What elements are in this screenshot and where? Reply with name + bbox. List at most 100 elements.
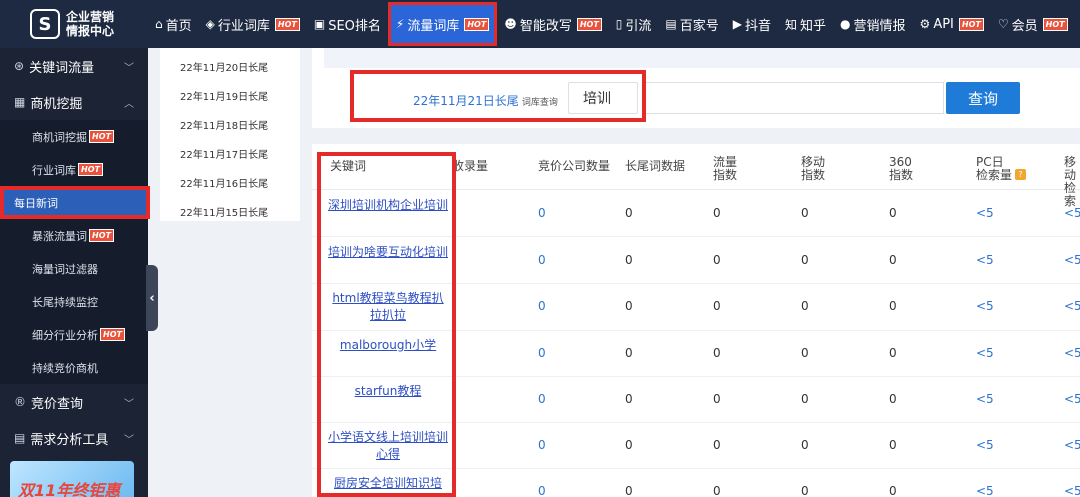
promo-banner[interactable]: 双11年终钜惠 <box>10 461 134 497</box>
demand-icon: ▤ <box>14 431 26 445</box>
sidebar-subitem-3[interactable]: 暴涨流量词 HOT <box>0 219 148 252</box>
cell-longtail: 0 <box>625 206 633 220</box>
search-button[interactable]: 查询 <box>946 82 1020 114</box>
sidebar-group-bid[interactable]: ® 竞价查询 ﹀ <box>0 384 148 420</box>
collapse-sidebar-button[interactable]: ‹ <box>146 265 158 331</box>
hot-badge: HOT <box>464 17 490 31</box>
sidebar-subitem-4[interactable]: 海量词过滤器 <box>0 252 148 285</box>
cell-i360: 0 <box>889 253 897 267</box>
logo[interactable]: S 企业营销 情报中心 <box>0 0 148 48</box>
cell-mobile: 0 <box>801 392 809 406</box>
cell-mobile: 0 <box>801 299 809 313</box>
date-list-item[interactable]: 22年11月20日长尾 <box>160 52 300 81</box>
traffic-icon: ⚡ <box>395 17 405 31</box>
sidebar-subitem-5[interactable]: 长尾持续监控 <box>0 285 148 318</box>
cell-mob[interactable]: <5 <box>1064 346 1080 360</box>
help-icon[interactable]: ? <box>1015 169 1027 180</box>
search-input-area[interactable] <box>642 82 944 114</box>
cell-mob[interactable]: <5 <box>1064 484 1080 497</box>
nav-item-0[interactable]: ⌂ 首页 <box>148 0 199 48</box>
cell-i360: 0 <box>889 346 897 360</box>
keyword-link[interactable]: malborough小学 <box>328 337 448 354</box>
keyword-link[interactable]: 厨房安全培训知识培 <box>328 475 448 492</box>
search-strip <box>324 48 1080 68</box>
keyword-link[interactable]: html教程菜鸟教程扒拉扒拉 <box>328 290 448 324</box>
cell-pc[interactable]: <5 <box>976 206 994 220</box>
sidebar-group-demand[interactable]: ▤ 需求分析工具 ﹀ <box>0 420 148 456</box>
table-row: 厨房安全培训知识培 0 0 0 0 0 <5 <5 <box>312 469 1080 497</box>
cell-traffic: 0 <box>713 299 721 313</box>
highlight-box <box>350 70 646 122</box>
th-keyword: 关键词 <box>330 159 367 173</box>
date-list-item[interactable]: 22年11月16日长尾 <box>160 168 300 197</box>
sidebar-submenu: 商机词挖掘 HOT 行业词库 HOT 每日新词暴涨流量词 HOT 海量词过滤器长尾持续监控细… <box>0 120 150 384</box>
nav-item-9[interactable]: ● 营销情报 <box>833 0 913 48</box>
sidebar-subitem-6[interactable]: 细分行业分析 HOT <box>0 318 148 351</box>
sidebar-subitem-7[interactable]: 持续竞价商机 <box>0 351 148 384</box>
table-row: starfun教程 0 0 0 0 0 <5 <5 <box>312 377 1080 423</box>
cell-mob[interactable]: <5 <box>1064 253 1080 267</box>
hot-badge: HOT <box>100 328 125 341</box>
cell-longtail: 0 <box>625 484 633 497</box>
keyword-link[interactable]: 深圳培训机构企业培训 <box>328 197 448 214</box>
sidebar-subitem-0[interactable]: 商机词挖掘 HOT <box>0 120 148 153</box>
cell-pc[interactable]: <5 <box>976 438 994 452</box>
chat-icon: ● <box>840 17 851 31</box>
nav-item-6[interactable]: ▤ 百家号 <box>658 0 725 48</box>
sidebar-subitem-1[interactable]: 行业词库 HOT <box>0 153 148 186</box>
cell-mob[interactable]: <5 <box>1064 438 1080 452</box>
date-list-item[interactable]: 22年11月17日长尾 <box>160 139 300 168</box>
nav-item-11[interactable]: ♡ 会员 HOT <box>991 0 1075 48</box>
date-list-item[interactable]: 22年11月15日长尾 <box>160 197 300 226</box>
nav-item-1[interactable]: ◈ 行业词库 HOT <box>199 0 307 48</box>
nav-item-10[interactable]: ⚙ API HOT <box>913 0 991 48</box>
cell-longtail: 0 <box>625 253 633 267</box>
cell-pc[interactable]: <5 <box>976 346 994 360</box>
sidebar-group-keyword-traffic[interactable]: ⊛ 关键词流量 ﹀ <box>0 48 148 84</box>
date-list-item[interactable]: 22年11月18日长尾 <box>160 110 300 139</box>
cell-mob[interactable]: <5 <box>1064 206 1080 220</box>
cell-i360: 0 <box>889 206 897 220</box>
hot-badge: HOT <box>958 17 984 31</box>
sidebar-subitem-2[interactable]: 每日新词 <box>0 186 150 219</box>
table-row: 深圳培训机构企业培训 0 0 0 0 0 <5 <5 <box>312 191 1080 237</box>
cell-pc[interactable]: <5 <box>976 484 994 497</box>
nav-item-label: 抖音 <box>745 18 772 34</box>
video-icon: ▶ <box>732 17 742 31</box>
sidebar-group-business[interactable]: ▦ 商机挖掘 ︿ <box>0 84 148 120</box>
keyword-link[interactable]: 培训为啥要互动化培训 <box>328 244 448 261</box>
hot-badge: HOT <box>89 229 114 242</box>
monitor-icon: ▣ <box>313 17 326 31</box>
sidebar-subitem-label: 长尾持续监控 <box>32 295 98 309</box>
robot-icon: ☻ <box>504 17 517 31</box>
hot-badge: HOT <box>274 17 300 31</box>
cell-pc[interactable]: <5 <box>976 253 994 267</box>
home-icon: ⌂ <box>155 17 163 31</box>
cell-mob[interactable]: <5 <box>1064 299 1080 313</box>
nav-menu: ⌂ 首页 ◈ 行业词库 HOT ▣ SEO排名 ⚡ 流量词库 HOT ☻ 智能改写 HOT ▯ 引流 ▤ 百家号… <box>148 0 1075 48</box>
chevron-up-icon: ︿ <box>124 98 134 110</box>
nav-item-8[interactable]: 知知乎 <box>778 0 833 48</box>
cell-pc[interactable]: <5 <box>976 299 994 313</box>
cell-bid: 0 <box>538 484 546 497</box>
nav-item-5[interactable]: ▯ 引流 <box>609 0 659 48</box>
nav-item-7[interactable]: ▶ 抖音 <box>726 0 778 48</box>
date-list-item[interactable]: 22年11月19日长尾 <box>160 81 300 110</box>
nav-item-label: 营销情报 <box>853 18 906 34</box>
cell-longtail: 0 <box>625 346 633 360</box>
sidebar-subitem-label: 每日新词 <box>14 196 58 210</box>
keyword-link[interactable]: starfun教程 <box>328 383 448 400</box>
nav-item-3[interactable]: ⚡ 流量词库 HOT <box>387 2 498 46</box>
keyword-link[interactable]: 小学语文线上培训培训心得 <box>328 429 448 463</box>
api-icon: ⚙ <box>919 17 931 31</box>
th-traffic-index: 流量 指数 <box>713 155 738 182</box>
nav-item-4[interactable]: ☻ 智能改写 HOT <box>497 0 608 48</box>
th-bid-companies: 竞价公司数量 <box>538 159 611 173</box>
keyword-table: 关键词 收录量 竞价公司数量 长尾词数据 流量 指数 移动 指数 360 指数 PC日… <box>312 144 1080 497</box>
cell-i360: 0 <box>889 299 897 313</box>
bid-icon: ® <box>14 395 26 409</box>
cell-mob[interactable]: <5 <box>1064 392 1080 406</box>
logo-text: 企业营销 情报中心 <box>66 10 115 38</box>
nav-item-2[interactable]: ▣ SEO排名 <box>307 0 388 48</box>
cell-pc[interactable]: <5 <box>976 392 994 406</box>
